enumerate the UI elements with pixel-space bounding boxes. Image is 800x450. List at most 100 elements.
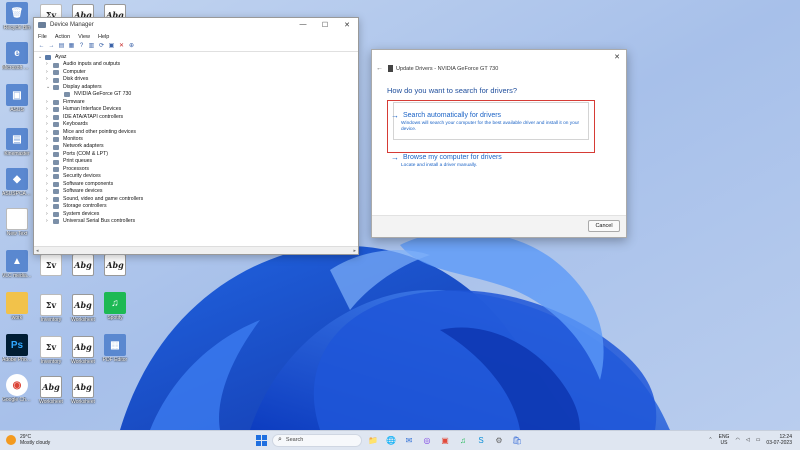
expand-icon[interactable]: ›	[46, 106, 53, 113]
tree-category[interactable]: › Software devices	[38, 188, 354, 195]
desktop-icon[interactable]: work	[2, 292, 32, 321]
expand-icon[interactable]: ›	[46, 181, 53, 188]
taskbar-app-icon[interactable]: 🌐	[384, 433, 398, 447]
expand-icon[interactable]: ›	[46, 143, 53, 150]
desktop-icon[interactable]: Abg	[68, 254, 98, 277]
tree-category[interactable]: › Ports (COM & LPT)	[38, 151, 354, 158]
tree-category[interactable]: › Software components	[38, 181, 354, 188]
tree-device[interactable]: NVIDIA GeForce GT 730	[38, 91, 354, 98]
tree-category[interactable]: › Print queues	[38, 158, 354, 165]
close-button[interactable]: ✕	[336, 21, 358, 29]
weather-widget[interactable]: 29°C Mostly cloudy	[6, 434, 50, 446]
desktop-icon[interactable]: ◆ASUSPCAssistant	[2, 168, 32, 197]
toolbar-button-icon[interactable]: ▥	[88, 43, 95, 50]
chevron-up-icon[interactable]: ⌃	[708, 437, 712, 443]
taskbar-app-icon[interactable]: S	[474, 433, 488, 447]
tree-category[interactable]: › System devices	[38, 211, 354, 218]
tree-category[interactable]: › IDE ATA/ATAPI controllers	[38, 114, 354, 121]
toolbar-button-icon[interactable]: ⟳	[98, 43, 105, 50]
menu-file[interactable]: File	[38, 34, 47, 40]
desktop-icon[interactable]: PsAdobe Photoshop	[2, 334, 32, 363]
tree-category[interactable]: › Universal Serial Bus controllers	[38, 218, 354, 225]
device-manager-titlebar[interactable]: Device Manager — ☐ ✕	[34, 18, 358, 32]
toolbar-button-icon[interactable]: ▦	[68, 43, 75, 50]
taskbar-app-icon[interactable]: ◎	[420, 433, 434, 447]
search-automatically-option[interactable]: → Search automatically for drivers Windo…	[391, 111, 591, 133]
expand-icon[interactable]: ›	[46, 69, 53, 76]
desktop-icon[interactable]: Abg Worksheet	[68, 294, 98, 323]
cancel-button[interactable]: Cancel	[588, 220, 620, 232]
desktop-icon[interactable]: ▦ PDF Editor	[100, 334, 130, 363]
horizontal-scrollbar[interactable]: ◂ ▸	[34, 246, 358, 254]
expand-icon[interactable]: ›	[46, 121, 53, 128]
tree-category[interactable]: › Firmware	[38, 99, 354, 106]
desktop-icon[interactable]: Σv Inventory	[36, 336, 66, 365]
language-indicator[interactable]: ENG US	[719, 434, 730, 446]
tree-category[interactable]: › Human Interface Devices	[38, 106, 354, 113]
expand-icon[interactable]: ›	[46, 188, 53, 195]
expand-icon[interactable]: ›	[46, 173, 53, 180]
taskbar-app-icon[interactable]: ▣	[438, 433, 452, 447]
desktop-icon[interactable]: Abg Worksheet	[68, 336, 98, 365]
desktop-icon[interactable]: ◉Google Chrome	[2, 374, 32, 403]
toolbar-button-icon[interactable]: →	[48, 43, 55, 50]
desktop-icon[interactable]: Abg	[100, 254, 130, 277]
toolbar-button-icon[interactable]: ⊕	[128, 43, 135, 50]
desktop-icon[interactable]: ▣ ASUS	[2, 84, 32, 113]
desktop-icon[interactable]: 🗑 Recycle Bin	[2, 2, 32, 31]
desktop-icon[interactable]: ▤ Kinemaster	[2, 128, 32, 157]
wifi-icon[interactable]: ◠	[735, 437, 739, 443]
toolbar-button-icon[interactable]: ?	[78, 43, 85, 50]
expand-icon[interactable]: ›	[46, 76, 53, 83]
taskbar-app-icon[interactable]: ✉	[402, 433, 416, 447]
expand-icon[interactable]: ›	[46, 196, 53, 203]
tree-category[interactable]: › Keyboards	[38, 121, 354, 128]
tree-category[interactable]: › Sound, video and game controllers	[38, 196, 354, 203]
toolbar-button-icon[interactable]: ✕	[118, 43, 125, 50]
tree-category[interactable]: › Computer	[38, 69, 354, 76]
desktop-icon[interactable]: New Text	[2, 208, 32, 237]
expand-icon[interactable]: ›	[46, 129, 53, 136]
expand-icon[interactable]: ›	[46, 158, 53, 165]
expand-icon[interactable]: ›	[46, 99, 53, 106]
tree-category[interactable]: › Disk drives	[38, 76, 354, 83]
taskbar-search[interactable]: ⌕ Search	[272, 433, 362, 447]
desktop-icon[interactable]: Σv Inventory	[36, 294, 66, 323]
tree-root[interactable]: ⌄ Ayaz	[38, 54, 354, 61]
tree-category[interactable]: › Security devices	[38, 173, 354, 180]
back-arrow-icon[interactable]: ←	[376, 65, 383, 72]
menu-help[interactable]: Help	[98, 34, 109, 40]
tree-category[interactable]: › Mice and other pointing devices	[38, 129, 354, 136]
expand-icon[interactable]: ›	[46, 211, 53, 218]
desktop-icon[interactable]: Abg Worksheet	[36, 376, 66, 405]
desktop-icon[interactable]: ♫ Spotify	[100, 292, 130, 321]
expand-icon[interactable]: ›	[46, 61, 53, 68]
desktop-icon[interactable]: Σv	[36, 254, 66, 277]
tree-category[interactable]: › Processors	[38, 166, 354, 173]
tree-category[interactable]: › Monitors	[38, 136, 354, 143]
desktop-icon[interactable]: eMicrosoft Edge	[2, 42, 32, 71]
taskbar-app-icon[interactable]: ♫	[456, 433, 470, 447]
taskbar-app-icon[interactable]: ⚙	[492, 433, 506, 447]
clock[interactable]: 12:24 03-07-2023	[766, 434, 792, 446]
desktop-icon[interactable]: Abg Worksheet	[68, 376, 98, 405]
toolbar-button-icon[interactable]: ▤	[58, 43, 65, 50]
scroll-left-icon[interactable]: ◂	[36, 248, 39, 254]
browse-computer-option[interactable]: → Browse my computer for drivers Locate …	[391, 153, 591, 169]
expand-icon[interactable]: ›	[46, 166, 53, 173]
menu-view[interactable]: View	[78, 34, 90, 40]
collapse-icon[interactable]: ⌄	[38, 54, 45, 61]
tree-category[interactable]: › Network adapters	[38, 143, 354, 150]
menu-action[interactable]: Action	[55, 34, 70, 40]
tree-category[interactable]: › Storage controllers	[38, 203, 354, 210]
volume-icon[interactable]: ◁	[746, 437, 750, 443]
scroll-right-icon[interactable]: ▸	[353, 248, 356, 254]
desktop-icon[interactable]: ▲VLC media player	[2, 250, 32, 279]
collapse-icon[interactable]: ⌄	[46, 84, 53, 91]
expand-icon[interactable]: ›	[46, 203, 53, 210]
expand-icon[interactable]: ›	[46, 114, 53, 121]
toolbar-button-icon[interactable]: ▣	[108, 43, 115, 50]
taskbar-app-icon[interactable]: 📁	[366, 433, 380, 447]
expand-icon[interactable]: ›	[46, 136, 53, 143]
expand-icon[interactable]: ›	[46, 151, 53, 158]
